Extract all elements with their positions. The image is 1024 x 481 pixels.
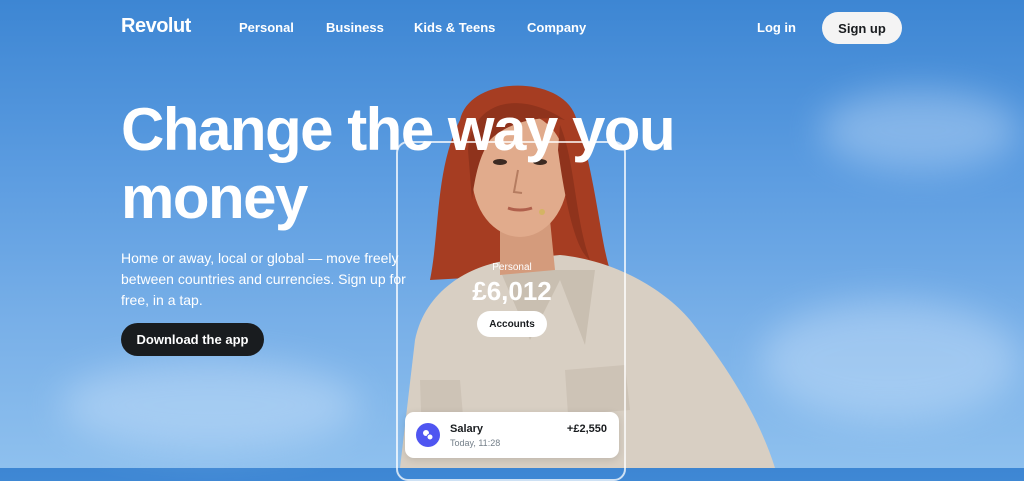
hero-title: Change the way you money: [121, 96, 801, 232]
login-link[interactable]: Log in: [757, 20, 796, 35]
top-navbar: Revolut Personal Business Kids & Teens C…: [0, 0, 1024, 56]
transaction-amount: +£2,550: [566, 423, 607, 435]
hero-title-line2: money: [121, 164, 308, 231]
hero-title-line1: Change the way you: [121, 96, 676, 163]
transaction-name: Salary: [450, 423, 484, 435]
download-app-button[interactable]: Download the app: [121, 323, 264, 356]
nav-personal[interactable]: Personal: [239, 20, 294, 35]
account-label: Personal: [492, 262, 532, 273]
transaction-card[interactable]: Salary Today, 11:28 +£2,550: [405, 412, 619, 458]
cloud-decoration: [60, 360, 360, 450]
nav-kids-teens[interactable]: Kids & Teens: [414, 20, 495, 35]
revolut-logo[interactable]: Revolut: [121, 15, 191, 38]
cloud-decoration: [820, 90, 1020, 170]
accounts-button[interactable]: Accounts: [477, 311, 547, 337]
signup-button[interactable]: Sign up: [822, 12, 902, 44]
transaction-time: Today, 11:28: [450, 438, 501, 448]
nav-business[interactable]: Business: [326, 20, 384, 35]
hero-subtitle: Home or away, local or global — move fre…: [121, 250, 406, 308]
nav-company[interactable]: Company: [527, 20, 586, 35]
coins-icon: [416, 423, 440, 447]
account-balance: £6,012: [472, 276, 552, 306]
